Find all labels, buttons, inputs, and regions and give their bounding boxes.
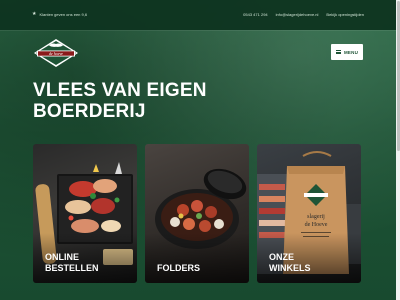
opening-hours-link[interactable]: Bekijk openingstijden	[326, 12, 364, 17]
phone-link[interactable]: 0543 471 294	[243, 12, 267, 17]
hero-title-line2: BOERDERIJ	[33, 101, 146, 122]
scrollbar-thumb[interactable]	[396, 1, 400, 151]
card-label-line1: ONLINE	[45, 252, 80, 262]
bag-print-line2: de Hoeve	[305, 222, 328, 228]
card-online-bestellen[interactable]: ONLINE BESTELLEN	[33, 144, 137, 283]
logo-graphic: de hoeve	[34, 39, 78, 67]
card-onze-winkels[interactable]: slagerij de Hoeve ONZE WINKELS	[257, 144, 361, 283]
rating-text: Klanten geven ons een 9,6	[39, 12, 88, 17]
email-link[interactable]: info@slagerijdehoeve.nl	[276, 12, 319, 17]
page: ★ Klanten geven ons een 9,6 0543 471 294…	[0, 0, 400, 300]
feature-cards: ONLINE BESTELLEN FOLDERS slagerij de Hoe…	[33, 144, 364, 284]
card-label-line1: ONZE	[269, 252, 295, 262]
scrollbar[interactable]	[396, 0, 400, 300]
logo-text: de hoeve	[49, 51, 63, 56]
top-bar: ★ Klanten geven ons een 9,6 0543 471 294…	[0, 0, 400, 30]
hero-title-line1: VLEES VAN EIGEN	[33, 80, 207, 101]
card-label-line2: WINKELS	[269, 263, 311, 273]
card-label-line1: FOLDERS	[157, 263, 201, 273]
card-shade	[145, 233, 249, 283]
site-logo[interactable]: de hoeve	[33, 38, 79, 68]
hero-title: VLEES VAN EIGEN BOERDERIJ	[33, 80, 293, 122]
star-icon: ★	[32, 11, 37, 17]
top-contact: 0543 471 294 info@slagerijdehoeve.nl Bek…	[243, 12, 364, 17]
menu-button[interactable]: MENU	[331, 44, 363, 60]
card-folders[interactable]: FOLDERS	[145, 144, 249, 283]
hamburger-icon	[335, 50, 341, 54]
rating-notice: ★ Klanten geven ons een 9,6	[32, 11, 88, 18]
card-label: FOLDERS	[157, 263, 200, 274]
bag-print-line1: slagerij	[307, 214, 325, 220]
card-label: ONLINE BESTELLEN	[45, 252, 99, 274]
header-divider	[0, 30, 400, 31]
card-label-line2: BESTELLEN	[45, 263, 99, 273]
card-label: ONZE WINKELS	[269, 252, 311, 274]
menu-label: MENU	[343, 49, 359, 55]
